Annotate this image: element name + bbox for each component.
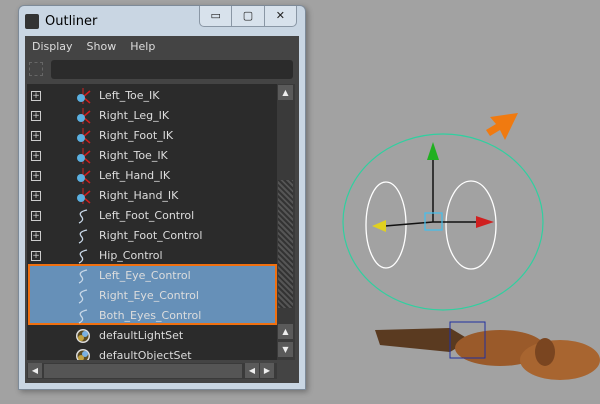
- curve-icon: [75, 288, 91, 304]
- item-label: Right_Leg_IK: [99, 109, 170, 122]
- list-item[interactable]: Both_Eyes_Control: [27, 306, 277, 326]
- expand-button[interactable]: +: [31, 251, 41, 261]
- expand-button[interactable]: +: [31, 91, 41, 101]
- menu-display[interactable]: Display: [32, 40, 73, 58]
- list-item[interactable]: + Left_Toe_IK: [27, 86, 277, 106]
- list-item[interactable]: defaultObjectSet: [27, 346, 277, 360]
- expand-button[interactable]: +: [31, 171, 41, 181]
- minimize-button[interactable]: ▭: [200, 6, 231, 26]
- arm-mesh: [375, 321, 600, 380]
- filter-input[interactable]: [51, 60, 293, 79]
- list-item[interactable]: + Hip_Control: [27, 246, 277, 266]
- expand-button[interactable]: +: [31, 151, 41, 161]
- menu-show[interactable]: Show: [87, 40, 117, 58]
- maya-app-icon: [25, 14, 39, 29]
- ik-handle-icon: [75, 108, 91, 124]
- ik-handle-icon: [75, 148, 91, 164]
- ik-handle-icon: [75, 168, 91, 184]
- item-label: Left_Eye_Control: [99, 269, 191, 282]
- item-label: Both_Eyes_Control: [99, 309, 202, 322]
- item-label: Right_Hand_IK: [99, 189, 179, 202]
- move-manipulator: [372, 142, 494, 232]
- orange-arrow-icon: [486, 113, 518, 140]
- expand-button[interactable]: +: [31, 191, 41, 201]
- item-label: Right_Foot_IK: [99, 129, 174, 142]
- maximize-button[interactable]: ▢: [231, 6, 263, 26]
- expand-button[interactable]: +: [31, 131, 41, 141]
- scroll-up-button-2[interactable]: ▲: [278, 324, 293, 339]
- list-item[interactable]: Left_Eye_Control: [27, 266, 277, 286]
- list-item[interactable]: Right_Eye_Control: [27, 286, 277, 306]
- window-title: Outliner: [45, 14, 98, 29]
- item-label: Left_Hand_IK: [99, 169, 171, 182]
- item-label: defaultLightSet: [99, 329, 184, 342]
- right-eye-control-curve: [445, 180, 497, 270]
- list-item[interactable]: + Right_Leg_IK: [27, 106, 277, 126]
- vertical-scrollbar[interactable]: ▲ ▲ ▼: [277, 84, 295, 360]
- set-icon: [75, 348, 91, 360]
- scroll-left-button[interactable]: ◀: [28, 363, 42, 378]
- item-label: Right_Foot_Control: [99, 229, 203, 242]
- hscroll-thumb[interactable]: [44, 364, 242, 378]
- ik-handle-icon: [75, 88, 91, 104]
- expand-button[interactable]: +: [31, 231, 41, 241]
- scroll-up-button[interactable]: ▲: [278, 85, 293, 100]
- item-label: Left_Toe_IK: [99, 89, 160, 102]
- expand-button[interactable]: +: [31, 211, 41, 221]
- set-icon: [75, 328, 91, 344]
- horizontal-scrollbar[interactable]: ◀ ◀ ▶: [27, 363, 277, 379]
- close-button[interactable]: ✕: [263, 6, 296, 26]
- curve-icon: [75, 248, 91, 264]
- list-item[interactable]: + Right_Hand_IK: [27, 186, 277, 206]
- curve-icon: [75, 228, 91, 244]
- outliner-list: + Left_Toe_IK + Right_Leg_IK + Right_Foot_IK +…: [27, 84, 277, 360]
- outliner-window: Outliner ▭ ▢ ✕ Display Show Help + Left_T…: [18, 5, 306, 390]
- scroll-thumb[interactable]: [278, 180, 293, 308]
- list-item[interactable]: + Left_Foot_Control: [27, 206, 277, 226]
- item-label: Right_Eye_Control: [99, 289, 199, 302]
- curve-icon: [75, 208, 91, 224]
- scroll-down-button[interactable]: ▼: [278, 342, 293, 357]
- expand-button[interactable]: +: [31, 111, 41, 121]
- list-item[interactable]: defaultLightSet: [27, 326, 277, 346]
- ik-handle-icon: [75, 128, 91, 144]
- curve-icon: [75, 268, 91, 284]
- filter-icon[interactable]: [29, 62, 43, 76]
- menu-help[interactable]: Help: [130, 40, 155, 58]
- ik-handle-icon: [75, 188, 91, 204]
- item-label: Hip_Control: [99, 249, 163, 262]
- scroll-right-button[interactable]: ▶: [260, 363, 274, 378]
- menu-bar: Display Show Help: [25, 36, 299, 58]
- list-item[interactable]: + Right_Foot_Control: [27, 226, 277, 246]
- title-bar[interactable]: Outliner ▭ ▢ ✕: [19, 6, 305, 36]
- item-label: Right_Toe_IK: [99, 149, 168, 162]
- item-label: Left_Foot_Control: [99, 209, 195, 222]
- curve-icon: [75, 308, 91, 324]
- scroll-left-button-2[interactable]: ◀: [245, 363, 259, 378]
- item-label: defaultObjectSet: [99, 349, 192, 360]
- list-item[interactable]: + Right_Foot_IK: [27, 126, 277, 146]
- list-item[interactable]: + Right_Toe_IK: [27, 146, 277, 166]
- list-item[interactable]: + Left_Hand_IK: [27, 166, 277, 186]
